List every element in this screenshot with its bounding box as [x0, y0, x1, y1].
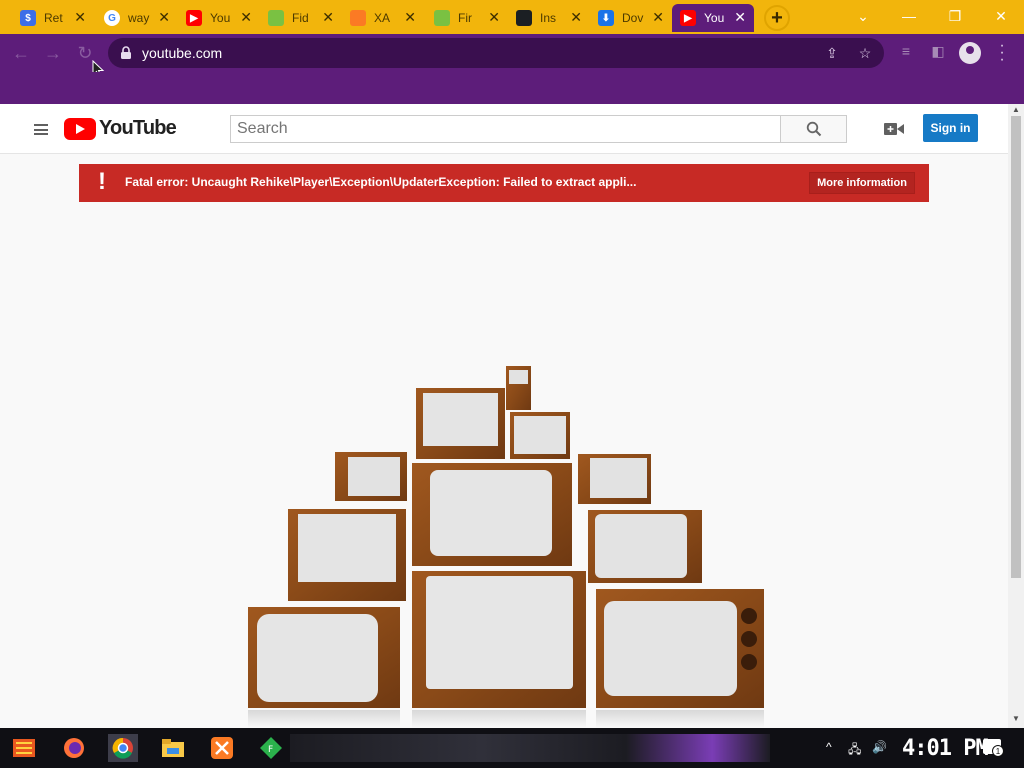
tab-close-icon[interactable]: ✕ — [240, 10, 252, 24]
taskbar-clock[interactable]: 4:01 PM — [902, 736, 989, 761]
menu-dots-icon[interactable]: · · · — [996, 38, 1008, 68]
download-icon: ⬇ — [598, 10, 614, 26]
youtube-icon: ▶ — [186, 10, 202, 26]
tab-strip: $ Ret ✕ Gway ✕ ▶ You ✕ Fid ✕ XA ✕ Fir ✕ Ins ✕ ⬇ Dov ✕ ▶ You ✕… — [0, 0, 1024, 34]
tab-title: You — [704, 11, 725, 25]
scroll-up-icon[interactable]: ▲ — [1011, 105, 1021, 114]
browser-toolbar: ← → ↻ youtube.com ⇪ ☆ ≡ ◧ · · · — [0, 34, 1024, 78]
network-icon[interactable]: 🖧 — [848, 740, 861, 761]
logo-text: YouTube — [99, 117, 177, 139]
search-input[interactable] — [231, 116, 780, 142]
browser-tab[interactable]: XA ✕ — [342, 4, 424, 32]
xampp-icon[interactable] — [208, 734, 236, 762]
browser-tab[interactable]: $ Ret ✕ — [12, 4, 94, 32]
tab-title: Dov — [622, 11, 644, 25]
scroll-thumb[interactable] — [1011, 116, 1021, 578]
rehike-icon: $ — [20, 10, 36, 26]
tab-close-icon[interactable]: ✕ — [322, 10, 334, 24]
bookmark-star-icon[interactable]: ☆ — [857, 45, 873, 61]
share-icon[interactable]: ⇪ — [824, 45, 840, 61]
notification-icon[interactable]: 1 — [983, 739, 1004, 757]
page-scrollbar[interactable]: ▲ ▼ — [1008, 104, 1024, 728]
tab-title: way — [128, 11, 150, 25]
google-icon: G — [104, 10, 120, 26]
youtube-logo[interactable]: YouTube — [64, 117, 177, 140]
tray-chevron-icon[interactable]: ^ — [826, 740, 832, 754]
browser-tab[interactable]: Fir ✕ — [426, 4, 508, 32]
broken-tvs-illustration — [248, 366, 764, 728]
taskbar: F ^ 🖧 🔊 4:01 PM 1 — [0, 728, 1024, 768]
error-message: Fatal error: Uncaught Rehike\Player\Exce… — [125, 175, 637, 189]
tab-close-icon[interactable]: ✕ — [158, 10, 170, 24]
url-text: youtube.com — [142, 45, 223, 61]
fiddler-icon — [434, 10, 450, 26]
fiddler-icon[interactable]: F — [257, 734, 285, 762]
browser-tab[interactable]: Ins ✕ — [508, 4, 590, 32]
tab-close-icon[interactable]: ✕ — [488, 10, 500, 24]
minimize-button[interactable]: — — [886, 3, 932, 29]
guide-menu-icon[interactable] — [34, 124, 48, 135]
side-panel-icon[interactable]: ◧ — [929, 43, 947, 61]
chrome-icon[interactable] — [108, 734, 138, 762]
lock-icon — [121, 46, 131, 59]
scroll-down-icon[interactable]: ▼ — [1011, 714, 1021, 723]
volume-icon[interactable]: 🔊 — [872, 740, 887, 754]
more-information-button[interactable]: More information — [809, 172, 915, 194]
upload-video-icon[interactable] — [884, 122, 904, 136]
alert-icon: ! — [98, 168, 106, 195]
tab-title: XA — [374, 11, 391, 25]
tab-title: Fid — [292, 11, 309, 25]
address-bar[interactable]: youtube.com ⇪ ☆ — [108, 38, 884, 68]
tab-title: Fir — [458, 11, 472, 25]
tab-close-icon[interactable]: ✕ — [652, 10, 664, 24]
tab-search-icon[interactable]: ⌄ — [840, 3, 886, 29]
tab-title: You — [210, 11, 231, 25]
xampp-icon — [350, 10, 366, 26]
bookmarks-bar — [0, 72, 1024, 104]
tab-close-icon[interactable]: ✕ — [74, 10, 86, 24]
search-icon — [806, 121, 821, 137]
browser-tab[interactable]: ▶ You ✕ — [178, 4, 260, 32]
fiddler-icon — [268, 10, 284, 26]
youtube-play-icon — [64, 117, 96, 140]
file-explorer-icon[interactable] — [159, 734, 187, 762]
new-tab-button[interactable]: + — [764, 5, 790, 31]
profile-avatar[interactable] — [959, 42, 981, 64]
tab-title: Ins — [540, 11, 557, 25]
sign-in-button[interactable]: Sign in — [923, 114, 978, 142]
start-menu-icon[interactable] — [10, 734, 38, 762]
firefox-icon[interactable] — [60, 734, 88, 762]
youtube-icon: ▶ — [680, 10, 696, 26]
browser-tab[interactable]: Gway ✕ — [96, 4, 178, 32]
search-box — [230, 115, 781, 143]
back-button[interactable]: ← — [8, 40, 34, 66]
page-content: YouTube Sign in ! Fatal error: Uncaught … — [0, 104, 1008, 728]
tab-title: Ret — [44, 11, 63, 25]
tab-close-icon[interactable]: ✕ — [570, 10, 582, 24]
tab-close-icon[interactable]: ✕ — [734, 10, 746, 24]
restore-button[interactable]: ❐ — [932, 3, 978, 29]
browser-tab[interactable]: ⬇ Dov ✕ — [590, 4, 672, 32]
svg-text:F: F — [268, 745, 273, 755]
tab-close-icon[interactable]: ✕ — [404, 10, 416, 24]
browser-tab[interactable]: Fid ✕ — [260, 4, 342, 32]
notification-count: 1 — [992, 745, 1004, 757]
media-control-icon[interactable]: ≡ — [897, 43, 915, 61]
browser-tab[interactable]: ▶ You ✕ — [672, 4, 754, 32]
github-icon — [516, 10, 532, 26]
close-window-button[interactable]: ✕ — [978, 3, 1024, 29]
yt-masthead: YouTube Sign in — [0, 104, 1008, 154]
search-button[interactable] — [780, 115, 847, 143]
error-alert: ! Fatal error: Uncaught Rehike\Player\Ex… — [79, 164, 929, 202]
taskbar-decoration — [290, 734, 770, 762]
forward-button[interactable]: → — [40, 40, 66, 66]
